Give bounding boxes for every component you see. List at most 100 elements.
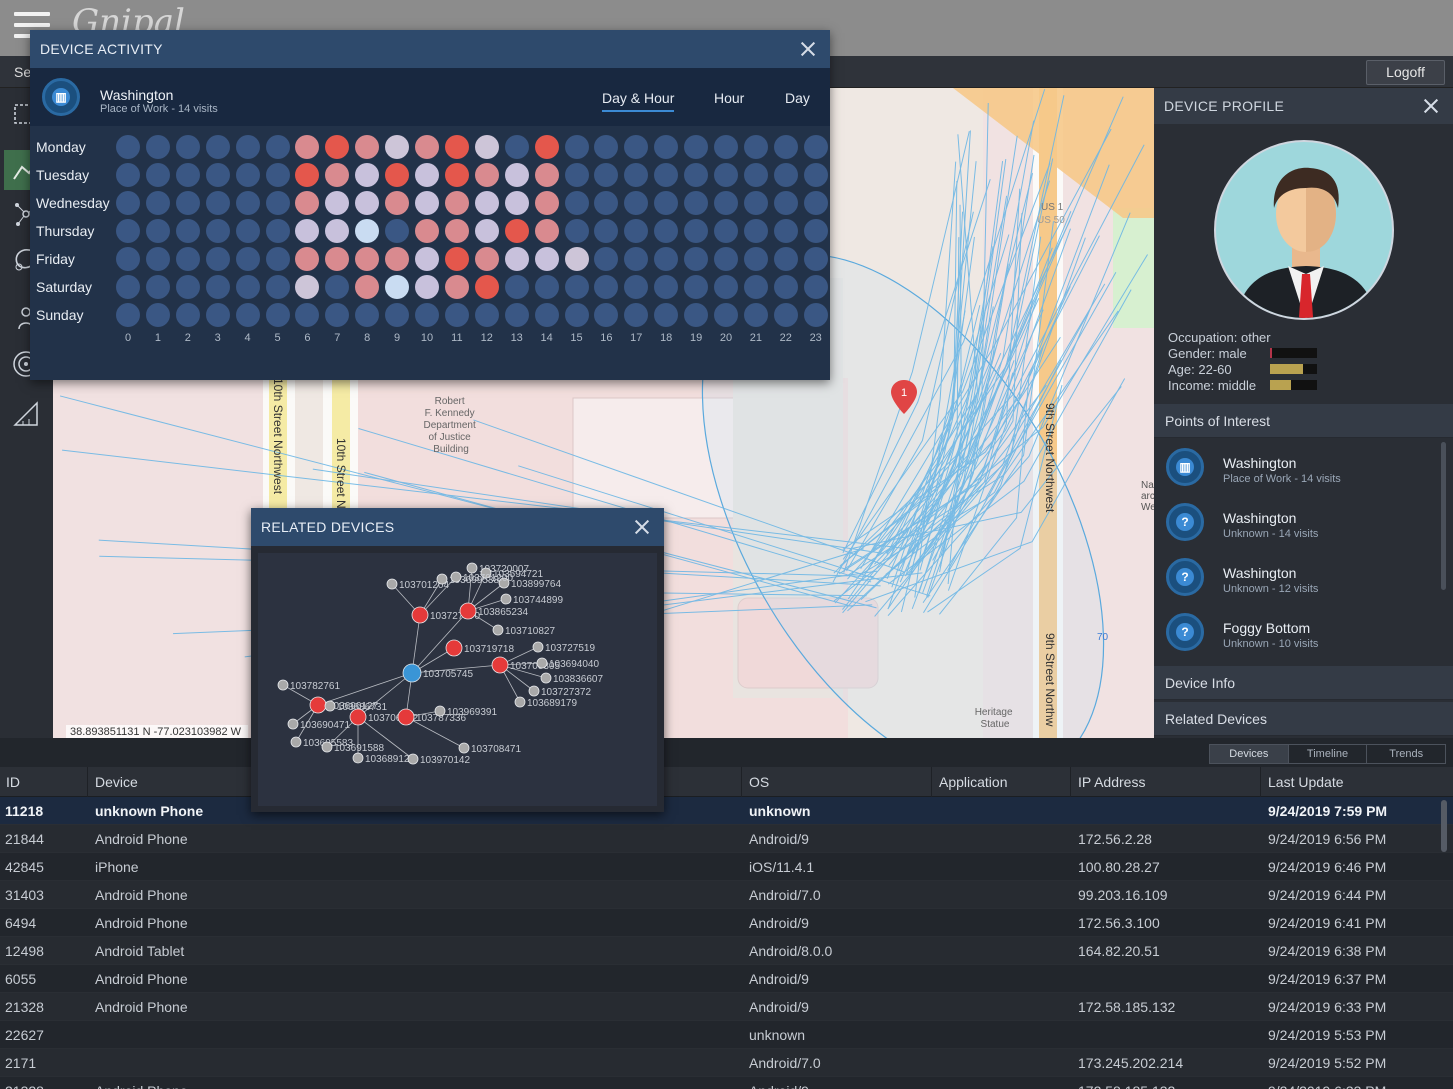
graph-node[interactable] xyxy=(536,657,548,669)
heatmap-cell[interactable] xyxy=(145,219,170,243)
close-icon[interactable] xyxy=(798,39,818,59)
heatmap-cell[interactable] xyxy=(175,163,200,187)
heatmap-cell[interactable] xyxy=(355,247,380,271)
table-row[interactable]: 21328 Android Phone Android/9 172.58.185.13… xyxy=(0,1077,1453,1089)
heatmap-cell[interactable] xyxy=(444,247,469,271)
heatmap-cell[interactable] xyxy=(265,219,290,243)
graph-node[interactable] xyxy=(514,696,526,708)
heatmap-cell[interactable] xyxy=(355,219,380,243)
heatmap-cell[interactable] xyxy=(534,247,559,271)
graph-node[interactable] xyxy=(436,573,448,585)
heatmap-cell[interactable] xyxy=(743,191,768,215)
poi-list-item[interactable]: ? Foggy Bottom Unknown - 10 visits xyxy=(1154,605,1439,660)
heatmap-cell[interactable] xyxy=(594,275,619,299)
sub-toolbar-label[interactable]: Se xyxy=(14,64,31,80)
heatmap-cell[interactable] xyxy=(325,191,350,215)
heatmap-cell[interactable] xyxy=(594,135,619,159)
poi-list-item[interactable]: ? Washington Unknown - 12 visits xyxy=(1154,550,1439,605)
network-graph[interactable]: 103701204 1036995381037200071035947211038… xyxy=(258,553,657,806)
heatmap-cell[interactable] xyxy=(265,191,290,215)
tab-hour[interactable]: Hour xyxy=(714,90,744,106)
heatmap-cell[interactable] xyxy=(534,135,559,159)
heatmap-cell[interactable] xyxy=(235,219,260,243)
heatmap-cell[interactable] xyxy=(474,135,499,159)
table-row[interactable]: 6055 Android Phone Android/9 9/24/2019 6:37… xyxy=(0,965,1453,993)
heatmap-cell[interactable] xyxy=(175,135,200,159)
close-icon[interactable] xyxy=(632,517,652,537)
heatmap-cell[interactable] xyxy=(205,219,230,243)
graph-node[interactable] xyxy=(450,571,462,583)
heatmap-cell[interactable] xyxy=(145,135,170,159)
table-row[interactable]: 42845 iPhone iOS/11.4.1 100.80.28.27 9/24/20… xyxy=(0,853,1453,881)
heatmap-cell[interactable] xyxy=(684,219,709,243)
graph-node[interactable] xyxy=(352,752,364,764)
heatmap-cell[interactable] xyxy=(415,191,439,215)
heatmap-cell[interactable] xyxy=(743,163,768,187)
heatmap-cell[interactable] xyxy=(504,303,529,327)
heatmap-cell[interactable] xyxy=(714,275,738,299)
heatmap-cell[interactable] xyxy=(594,163,619,187)
heatmap-cell[interactable] xyxy=(714,219,738,243)
heatmap-cell[interactable] xyxy=(654,303,679,327)
heatmap-cell[interactable] xyxy=(654,135,679,159)
heatmap-cell[interactable] xyxy=(205,191,230,215)
heatmap-cell[interactable] xyxy=(743,275,768,299)
tab-timeline[interactable]: Timeline xyxy=(1289,745,1368,763)
heatmap-cell[interactable] xyxy=(743,303,768,327)
heatmap-cell[interactable] xyxy=(773,275,798,299)
heatmap-cell[interactable] xyxy=(564,247,589,271)
heatmap-cell[interactable] xyxy=(504,219,529,243)
heatmap-cell[interactable] xyxy=(684,275,709,299)
related-devices-graph[interactable]: 103701204 103699538 103720007 103594721 1038… xyxy=(258,553,657,806)
heatmap-cell[interactable] xyxy=(205,247,230,271)
heatmap-cell[interactable] xyxy=(116,163,140,187)
heatmap-cell[interactable] xyxy=(624,163,649,187)
heatmap-cell[interactable] xyxy=(714,303,738,327)
heatmap-cell[interactable] xyxy=(743,135,768,159)
heatmap-cell[interactable] xyxy=(504,191,529,215)
heatmap-cell[interactable] xyxy=(534,275,559,299)
heatmap-cell[interactable] xyxy=(325,303,350,327)
heatmap-cell[interactable] xyxy=(714,191,738,215)
heatmap-cell[interactable] xyxy=(295,191,320,215)
heatmap-cell[interactable] xyxy=(265,303,290,327)
section-device-info[interactable]: Device Info xyxy=(1154,666,1453,700)
graph-node[interactable] xyxy=(492,624,504,636)
table-row[interactable]: 31403 Android Phone Android/7.0 99.203.16.1… xyxy=(0,881,1453,909)
graph-node[interactable] xyxy=(277,679,289,691)
graph-node[interactable] xyxy=(528,685,540,697)
graph-node[interactable] xyxy=(500,593,512,605)
column-header[interactable]: Application xyxy=(939,774,1008,790)
column-divider[interactable] xyxy=(1070,767,1071,797)
heatmap-cell[interactable] xyxy=(325,275,350,299)
heatmap-cell[interactable] xyxy=(444,275,469,299)
graph-node[interactable] xyxy=(321,741,333,753)
graph-node[interactable] xyxy=(445,639,463,657)
column-header[interactable]: OS xyxy=(749,774,769,790)
heatmap-cell[interactable] xyxy=(773,247,798,271)
heatmap-cell[interactable] xyxy=(205,163,230,187)
heatmap-cell[interactable] xyxy=(564,163,589,187)
heatmap-cell[interactable] xyxy=(355,191,380,215)
heatmap-cell[interactable] xyxy=(803,191,828,215)
heatmap-cell[interactable] xyxy=(145,247,170,271)
heatmap-cell[interactable] xyxy=(773,191,798,215)
heatmap-cell[interactable] xyxy=(145,163,170,187)
heatmap-cell[interactable] xyxy=(444,135,469,159)
heatmap-cell[interactable] xyxy=(355,275,380,299)
tab-day-hour[interactable]: Day & Hour xyxy=(602,90,675,112)
heatmap-cell[interactable] xyxy=(654,163,679,187)
table-row[interactable]: 12498 Android Tablet Android/8.0.0 164.82.2… xyxy=(0,937,1453,965)
heatmap-cell[interactable] xyxy=(564,191,589,215)
graph-node[interactable] xyxy=(309,696,327,714)
heatmap-cell[interactable] xyxy=(624,275,649,299)
measure-tool[interactable] xyxy=(4,394,48,434)
heatmap-cell[interactable] xyxy=(803,135,828,159)
logoff-button[interactable]: Logoff xyxy=(1366,60,1445,85)
table-row[interactable]: 21844 Android Phone Android/9 172.56.2.28 9/… xyxy=(0,825,1453,853)
heatmap-cell[interactable] xyxy=(564,135,589,159)
heatmap-cell[interactable] xyxy=(175,303,200,327)
heatmap-cell[interactable] xyxy=(534,303,559,327)
heatmap-cell[interactable] xyxy=(773,163,798,187)
heatmap-cell[interactable] xyxy=(714,135,738,159)
